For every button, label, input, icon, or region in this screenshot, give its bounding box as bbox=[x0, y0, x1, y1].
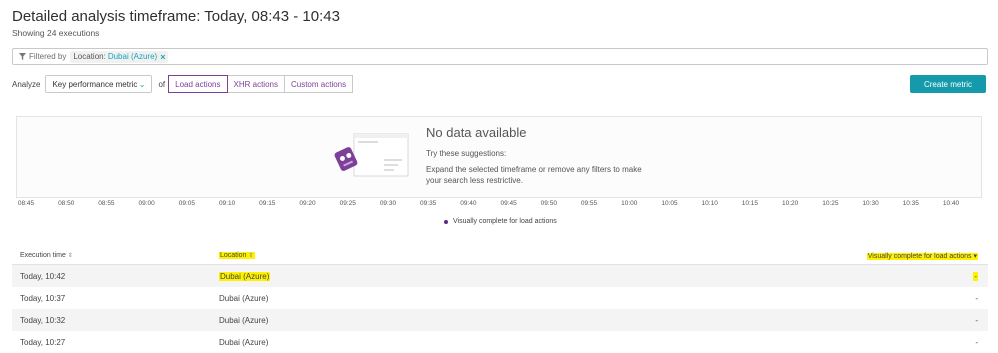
chart-legend: Visually complete for load actions bbox=[444, 218, 557, 225]
x-axis-tick: 09:00 bbox=[138, 200, 155, 207]
x-axis-tick: 10:20 bbox=[781, 200, 799, 207]
column-header-visually-complete[interactable]: Visually complete for load actions ▾ bbox=[866, 252, 978, 260]
cell-execution-time: Today, 10:37 bbox=[20, 294, 66, 303]
x-axis-tick: 08:55 bbox=[98, 200, 115, 207]
cell-execution-time: Today, 10:42 bbox=[20, 272, 66, 281]
suggestion-text: Expand the selected timeframe or remove … bbox=[426, 165, 642, 185]
x-axis-tick: 10:35 bbox=[902, 200, 919, 207]
cell-execution-time: Today, 10:27 bbox=[20, 338, 66, 347]
of-label: of bbox=[158, 79, 166, 89]
x-axis-tick: 09:55 bbox=[580, 200, 598, 207]
filter-chip-value: Dubai (Azure) bbox=[107, 52, 158, 61]
x-axis-tick: 10:25 bbox=[822, 200, 839, 207]
cell-visually-complete: - bbox=[975, 316, 978, 325]
table-body: Today, 10:42 Dubai (Azure) - Today, 10:3… bbox=[12, 265, 988, 353]
column-header-location[interactable]: Location ⇕ bbox=[219, 252, 255, 259]
legend-dot-icon bbox=[444, 219, 448, 224]
table-header: Execution time ⇕ Location ⇕ Visually compl… bbox=[12, 248, 988, 265]
x-axis-tick: 09:30 bbox=[379, 200, 397, 207]
cell-visually-complete: - bbox=[975, 338, 978, 347]
x-axis-tick: 10:05 bbox=[661, 200, 678, 207]
x-axis-tick: 09:20 bbox=[299, 200, 316, 207]
tab-custom-actions[interactable]: Custom actions bbox=[283, 75, 354, 93]
x-axis-tick: 10:40 bbox=[942, 200, 960, 207]
table-row[interactable]: Today, 10:42 Dubai (Azure) - bbox=[12, 265, 988, 287]
cell-execution-time: Today, 10:32 bbox=[20, 316, 66, 325]
x-axis-tick: 08:50 bbox=[58, 200, 75, 207]
suggestion-title: Try these suggestions: bbox=[426, 149, 507, 158]
no-data-title: No data available bbox=[426, 125, 527, 140]
filter-chip[interactable]: Location: Dubai (Azure) × bbox=[70, 50, 169, 63]
x-axis-tick: 09:15 bbox=[259, 200, 276, 207]
x-axis-tick: 10:10 bbox=[701, 200, 718, 207]
table-row[interactable]: Today, 10:27 Dubai (Azure) - bbox=[12, 331, 988, 353]
x-axis-tick: 10:15 bbox=[741, 200, 759, 207]
metric-select-value: Key performance metric bbox=[52, 79, 138, 89]
x-axis-tick: 10:30 bbox=[862, 200, 879, 207]
cell-location: Dubai (Azure) bbox=[219, 294, 269, 303]
tab-xhr-actions[interactable]: XHR actions bbox=[226, 75, 285, 93]
filter-label: Filtered by bbox=[29, 52, 67, 61]
chevron-down-icon: ⌄ bbox=[138, 79, 146, 89]
close-icon[interactable]: × bbox=[160, 52, 165, 62]
x-axis-tick: 09:05 bbox=[178, 200, 195, 207]
x-axis-tick: 08:45 bbox=[17, 200, 35, 207]
table-row[interactable]: Today, 10:37 Dubai (Azure) - bbox=[12, 287, 988, 309]
x-axis-tick: 10:00 bbox=[621, 200, 638, 207]
table-row[interactable]: Today, 10:32 Dubai (Azure) - bbox=[12, 309, 988, 331]
analyze-label: Analyze bbox=[12, 79, 41, 89]
create-metric-button[interactable]: Create metric bbox=[910, 75, 986, 93]
executions-table: Execution time ⇕ Location ⇕ Visually compl… bbox=[12, 248, 988, 353]
cell-location: Dubai (Azure) bbox=[219, 272, 271, 281]
column-header-execution-time[interactable]: Execution time ⇕ bbox=[20, 252, 73, 259]
cell-visually-complete: - bbox=[973, 272, 978, 281]
x-axis-tick: 09:10 bbox=[218, 200, 236, 207]
x-axis-tick: 09:50 bbox=[540, 200, 557, 207]
x-axis-tick: 09:45 bbox=[500, 200, 517, 207]
cell-location: Dubai (Azure) bbox=[219, 338, 269, 347]
filter-icon bbox=[19, 53, 26, 60]
no-data-illustration-icon bbox=[334, 133, 409, 177]
executions-count: Showing 24 executions bbox=[12, 28, 100, 38]
metric-select[interactable]: Key performance metric ⌄ bbox=[45, 75, 153, 93]
x-axis: 08:45 08:50 08:55 09:00 09:05 09:10 09:15 09:20… bbox=[0, 200, 998, 212]
tab-load-actions[interactable]: Load actions bbox=[168, 75, 228, 93]
x-axis-tick: 09:35 bbox=[420, 200, 437, 207]
page-title: Detailed analysis timeframe: Today, 08:4… bbox=[12, 8, 340, 25]
filter-bar[interactable]: Filtered by Location: Dubai (Azure) × bbox=[12, 48, 988, 65]
x-axis-tick: 09:40 bbox=[460, 200, 477, 207]
filter-chip-key: Location: bbox=[73, 52, 106, 61]
cell-location: Dubai (Azure) bbox=[219, 316, 269, 325]
legend-label: Visually complete for load actions bbox=[453, 218, 557, 225]
x-axis-tick: 09:25 bbox=[339, 200, 356, 207]
cell-visually-complete: - bbox=[975, 294, 978, 303]
analyze-row: Analyze Key performance metric ⌄ of Load… bbox=[12, 75, 354, 93]
